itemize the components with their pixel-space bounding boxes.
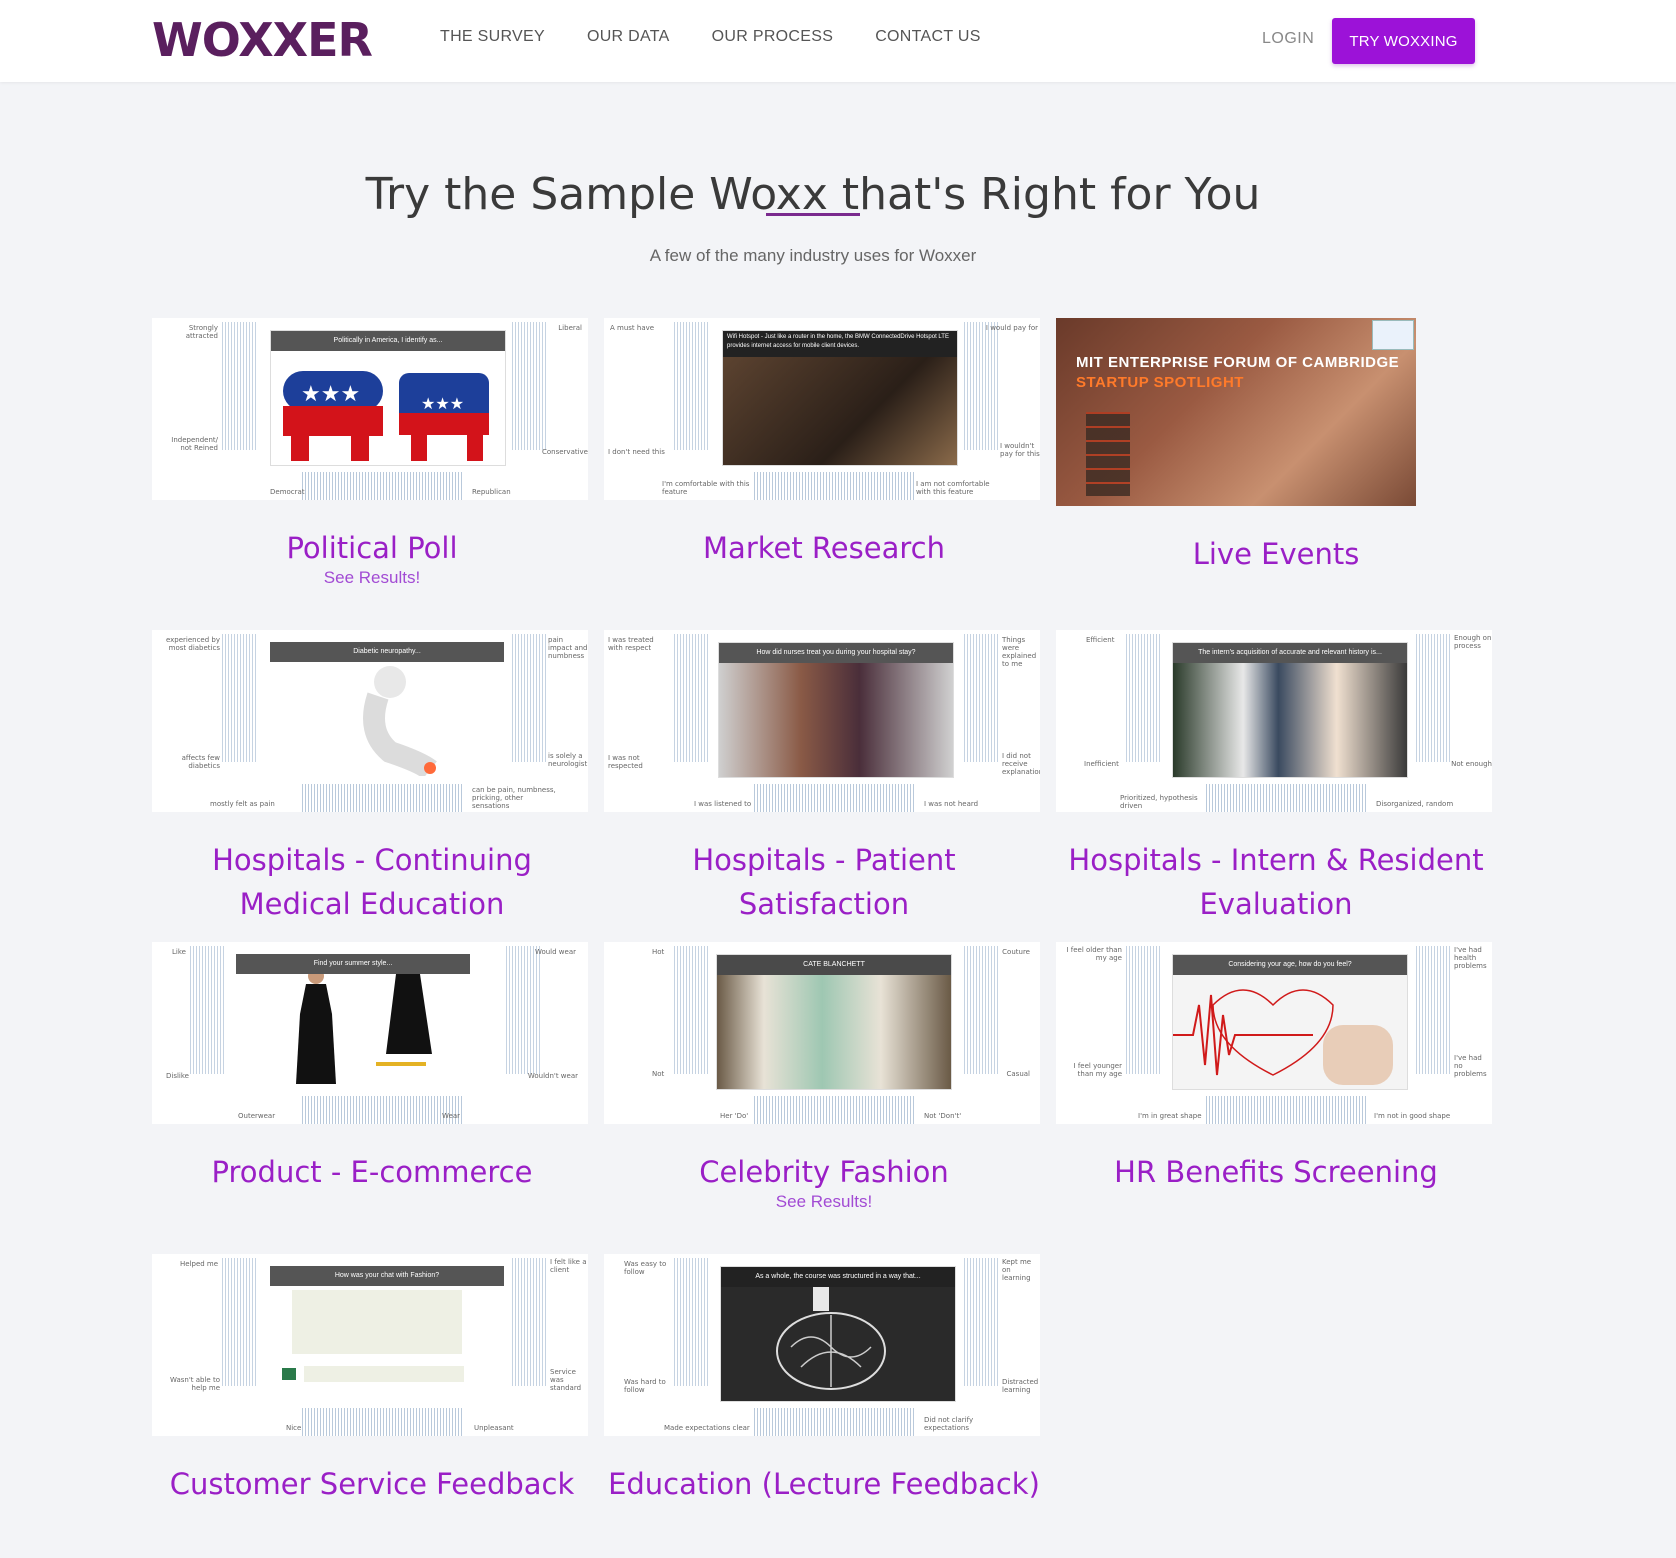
card-political-poll: Strongly attracted Liberal Independent/ …	[152, 318, 592, 588]
nav-our-data[interactable]: OUR DATA	[587, 28, 670, 46]
thumbnail[interactable]: experienced by most diabetics pain impac…	[152, 630, 588, 812]
card-hospitals-patient-satisfaction: I was treated with respect Things were e…	[604, 630, 1044, 926]
card-title[interactable]: Market Research	[604, 526, 1044, 570]
nav-our-process[interactable]: OUR PROCESS	[712, 28, 834, 46]
card-title[interactable]: Customer Service Feedback	[152, 1462, 592, 1506]
card-live-events: MIT ENTERPRISE FORUM OF CAMBRIDGE STARTU…	[1056, 318, 1496, 576]
card-title[interactable]: Political Poll	[152, 526, 592, 570]
card-product-ecommerce: Like Would wear Dislike Wouldn't wear Ou…	[152, 942, 592, 1194]
svg-text:★★★: ★★★	[301, 381, 360, 406]
thumbnail[interactable]: Efficient Enough on process Inefficient …	[1056, 630, 1492, 812]
thumbnail[interactable]: Strongly attracted Liberal Independent/ …	[152, 318, 588, 500]
login-link[interactable]: LOGIN	[1262, 30, 1314, 48]
card-title[interactable]: Hospitals - Intern & Resident Evaluation	[1056, 838, 1496, 926]
card-education-lecture-feedback: Was easy to follow Kept me on learning W…	[604, 1254, 1044, 1506]
card-market-research: A must have I would pay for I don't need…	[604, 318, 1044, 570]
see-results-link[interactable]: See Results!	[152, 568, 592, 588]
main-nav: THE SURVEY OUR DATA OUR PROCESS CONTACT …	[440, 28, 981, 46]
thumbnail[interactable]: I was treated with respect Things were e…	[604, 630, 1040, 812]
see-results-link[interactable]: See Results!	[604, 1192, 1044, 1212]
thumbnail[interactable]: Helped me I felt like a client Wasn't ab…	[152, 1254, 588, 1436]
thumbnail[interactable]: Was easy to follow Kept me on learning W…	[604, 1254, 1040, 1436]
thumbnail[interactable]: Like Would wear Dislike Wouldn't wear Ou…	[152, 942, 588, 1124]
card-title[interactable]: Hospitals - Continuing Medical Education	[152, 838, 592, 926]
card-hospitals-cme: experienced by most diabetics pain impac…	[152, 630, 592, 926]
card-title[interactable]: Hospitals - Patient Satisfaction	[604, 838, 1044, 926]
card-title[interactable]: Education (Lecture Feedback)	[604, 1462, 1044, 1506]
card-title[interactable]: Celebrity Fashion	[604, 1150, 1044, 1194]
woxxer-logo[interactable]: WOXXER	[152, 13, 373, 67]
thumbnail[interactable]: I feel older than my age I've had health…	[1056, 942, 1492, 1124]
thumbnail[interactable]: Hot Couture Not Casual Her 'Do' Not 'Don…	[604, 942, 1040, 1124]
card-celebrity-fashion: Hot Couture Not Casual Her 'Do' Not 'Don…	[604, 942, 1044, 1212]
page-subtitle: A few of the many industry uses for Woxx…	[649, 246, 977, 265]
nav-the-survey[interactable]: THE SURVEY	[440, 28, 545, 46]
title-divider	[766, 213, 860, 216]
try-woxxing-button[interactable]: TRY WOXXING	[1332, 18, 1475, 64]
card-hospitals-intern-evaluation: Efficient Enough on process Inefficient …	[1056, 630, 1496, 926]
card-hr-benefits-screening: I feel older than my age I've had health…	[1056, 942, 1496, 1194]
card-title[interactable]: Live Events	[1056, 532, 1496, 576]
thumbnail[interactable]: MIT ENTERPRISE FORUM OF CAMBRIDGE STARTU…	[1056, 318, 1416, 506]
nav-contact-us[interactable]: CONTACT US	[875, 28, 981, 46]
card-title[interactable]: Product - E-commerce	[152, 1150, 592, 1194]
card-title[interactable]: HR Benefits Screening	[1056, 1150, 1496, 1194]
top-navbar: WOXXER THE SURVEY OUR DATA OUR PROCESS C…	[0, 0, 1676, 82]
card-customer-service-feedback: Helped me I felt like a client Wasn't ab…	[152, 1254, 592, 1506]
svg-text:★★★: ★★★	[421, 396, 464, 413]
thumbnail[interactable]: A must have I would pay for I don't need…	[604, 318, 1040, 500]
